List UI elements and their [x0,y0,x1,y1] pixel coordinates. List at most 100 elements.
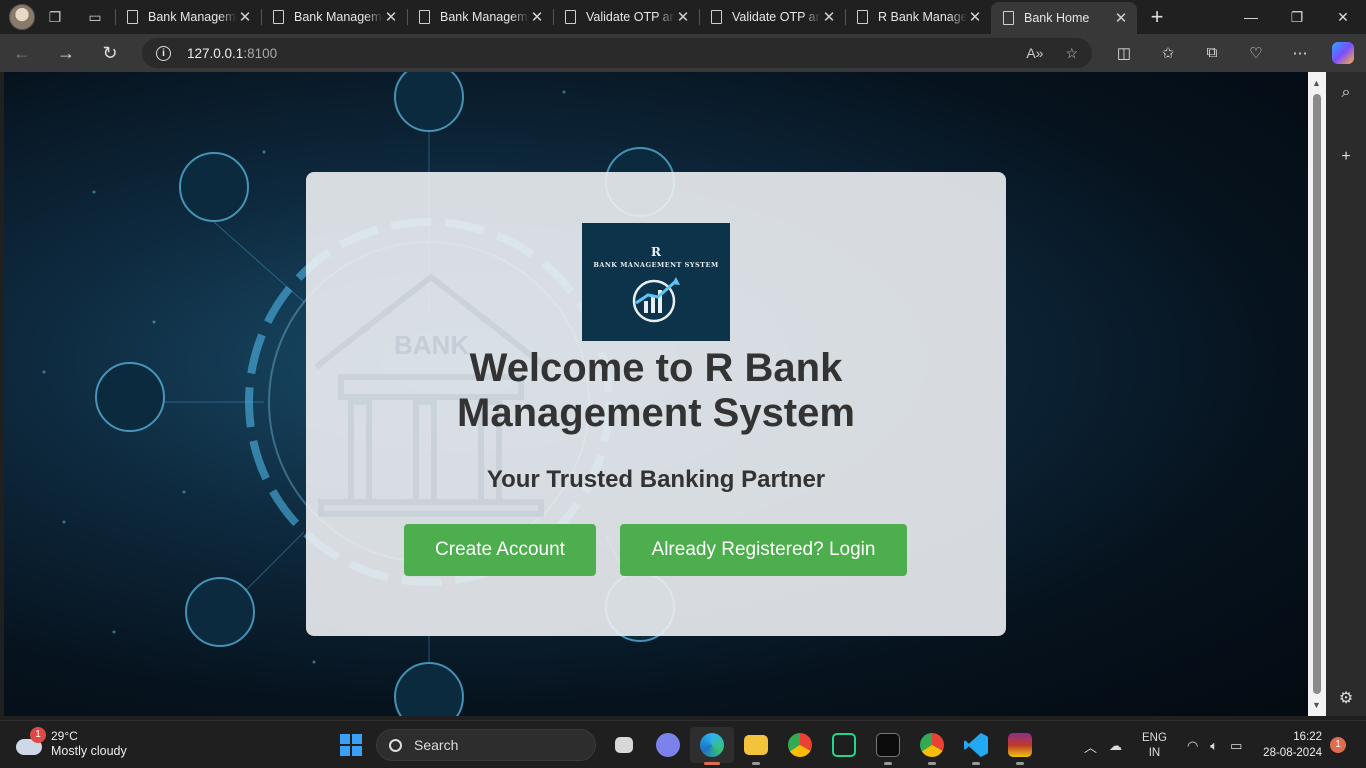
pycharm-app[interactable] [822,727,866,763]
url-host: 127.0.0.1 [187,45,244,61]
close-tab-icon[interactable]: ✕ [383,8,399,26]
notification-badge[interactable]: 1 [1330,737,1346,753]
tab-1[interactable]: Bank Management System✕ [261,0,407,34]
welcome-card: BANK R BANK MANAGEMENT SYSTEM Welcome to… [306,172,1006,636]
sidebar-add-icon[interactable]: + [1326,148,1366,166]
close-tab-icon[interactable]: ✕ [1113,9,1129,27]
window-controls: — ❐ ✕ [1228,9,1366,26]
teams-app[interactable] [646,727,690,763]
meet-icon [656,733,680,757]
taskbar: 1 29°C Mostly cloudy Search ︿ ☁ ENG IN ◠… [0,720,1366,768]
new-tab-button[interactable]: + [1137,4,1177,30]
tab-5[interactable]: R Bank Management System✕ [845,0,991,34]
weather-badge: 1 [30,727,46,743]
url-field[interactable]: i 127.0.0.1:8100 A» ☆ [142,38,1092,68]
date: 28-08-2024 [1263,747,1322,759]
page-icon [711,10,722,24]
tagline: Your Trusted Banking Partner [486,466,826,493]
tab-3[interactable]: Validate OTP and Register✕ [553,0,699,34]
onedrive-icon[interactable]: ☁ [1109,738,1122,754]
sidebar-search-icon[interactable]: ⌕ [1326,84,1366,102]
chrome-profile-app[interactable] [910,727,954,765]
time: 16:22 [1293,731,1322,743]
vscode-app[interactable] [954,727,998,765]
archive-icon [1008,733,1032,757]
tab-4[interactable]: Validate OTP and Register✕ [699,0,845,34]
welcome-heading: Welcome to R Bank Management System [457,346,855,435]
battery-icon[interactable]: ▭ [1230,738,1242,754]
scroll-down-icon[interactable]: ▼ [1312,700,1321,710]
close-tab-icon[interactable]: ✕ [529,8,545,26]
create-account-button[interactable]: Create Account [404,524,596,576]
language-indicator[interactable]: ENG IN [1142,731,1167,761]
running-indicator [884,762,892,765]
forward-button[interactable]: → [44,43,88,64]
scrollbar-thumb[interactable] [1313,94,1321,694]
page-scrollbar[interactable]: ▲ ▼ [1308,72,1326,716]
split-screen-icon[interactable]: ◫ [1102,44,1146,62]
sidebar-settings-icon[interactable]: ⚙ [1326,688,1366,708]
url-port: :8100 [243,45,278,61]
browser-essentials-icon[interactable]: ♡ [1234,44,1278,62]
chevron-up-icon[interactable]: ︿ [1084,737,1097,756]
collections-icon[interactable]: ⧉ [1190,44,1234,62]
edge-app[interactable] [690,727,734,765]
page-icon [127,10,138,24]
close-tab-icon[interactable]: ✕ [821,8,837,26]
tab-0[interactable]: Bank Management System✕ [115,0,261,34]
lang-line1: ENG [1142,732,1167,744]
minimize-icon[interactable]: — [1228,9,1274,26]
taskbar-search[interactable]: Search [376,729,596,761]
winrar-app[interactable] [998,727,1042,765]
logo-text: BANK MANAGEMENT SYSTEM [593,261,719,269]
tab-2[interactable]: Bank Management System✕ [407,0,553,34]
bank-logo: R BANK MANAGEMENT SYSTEM [582,223,730,341]
vscode-icon [964,733,988,757]
favorites-icon[interactable]: ✩ [1146,44,1190,62]
search-icon [389,738,402,752]
restore-icon[interactable]: ❐ [1274,9,1320,26]
volume-icon[interactable]: 🔈︎ [1210,738,1218,754]
chrome-app[interactable] [778,727,822,763]
start-button[interactable] [340,734,362,756]
clock[interactable]: 16:22 28-08-2024 [1256,729,1322,761]
file-explorer-app[interactable] [734,727,778,765]
wifi-icon[interactable]: ◠ [1187,738,1198,754]
read-aloud-icon[interactable]: A» [1026,45,1043,62]
running-indicator [972,762,980,765]
folder-icon [744,735,768,755]
close-tab-icon[interactable]: ✕ [237,8,253,26]
refresh-button[interactable]: ↻ [88,43,132,64]
close-tab-icon[interactable]: ✕ [967,8,983,26]
site-info-icon[interactable]: i [156,45,171,61]
tab-title: Validate OTP and Register [732,10,821,24]
page-icon [273,10,284,24]
tab-title: Bank Home [1024,11,1090,25]
task-view-app[interactable] [602,727,646,763]
page-icon [857,10,868,24]
tab-title: Validate OTP and Register [586,10,675,24]
close-window-icon[interactable]: ✕ [1320,9,1366,26]
favorite-star-icon[interactable]: ☆ [1065,45,1078,62]
pycharm-icon [832,733,856,757]
tab-title: Bank Management System [440,10,529,24]
weather-desc: Mostly cloudy [51,744,127,758]
back-button[interactable]: ← [0,43,44,64]
tab-title: Bank Management System [148,10,237,24]
login-button[interactable]: Already Registered? Login [620,524,907,576]
terminal-icon [876,733,900,757]
close-tab-icon[interactable]: ✕ [675,8,691,26]
running-indicator [1016,762,1024,765]
workspaces-icon[interactable]: ❐ [35,0,75,34]
copilot-icon[interactable] [1332,42,1354,64]
logo-letter: R [651,245,661,259]
profile-avatar[interactable] [9,4,35,30]
weather-widget[interactable]: 1 29°C Mostly cloudy [16,727,127,759]
tab-6-active[interactable]: Bank Home ✕ [991,2,1137,34]
tab-actions-icon[interactable]: ▭ [75,0,115,34]
terminal-app[interactable] [866,727,910,765]
page-icon [565,10,576,24]
more-menu-icon[interactable]: ⋯ [1278,44,1322,62]
address-bar-row: ← → ↻ i 127.0.0.1:8100 A» ☆ ◫ ✩ ⧉ ♡ ⋯ [0,34,1366,72]
scroll-up-icon[interactable]: ▲ [1312,78,1321,88]
